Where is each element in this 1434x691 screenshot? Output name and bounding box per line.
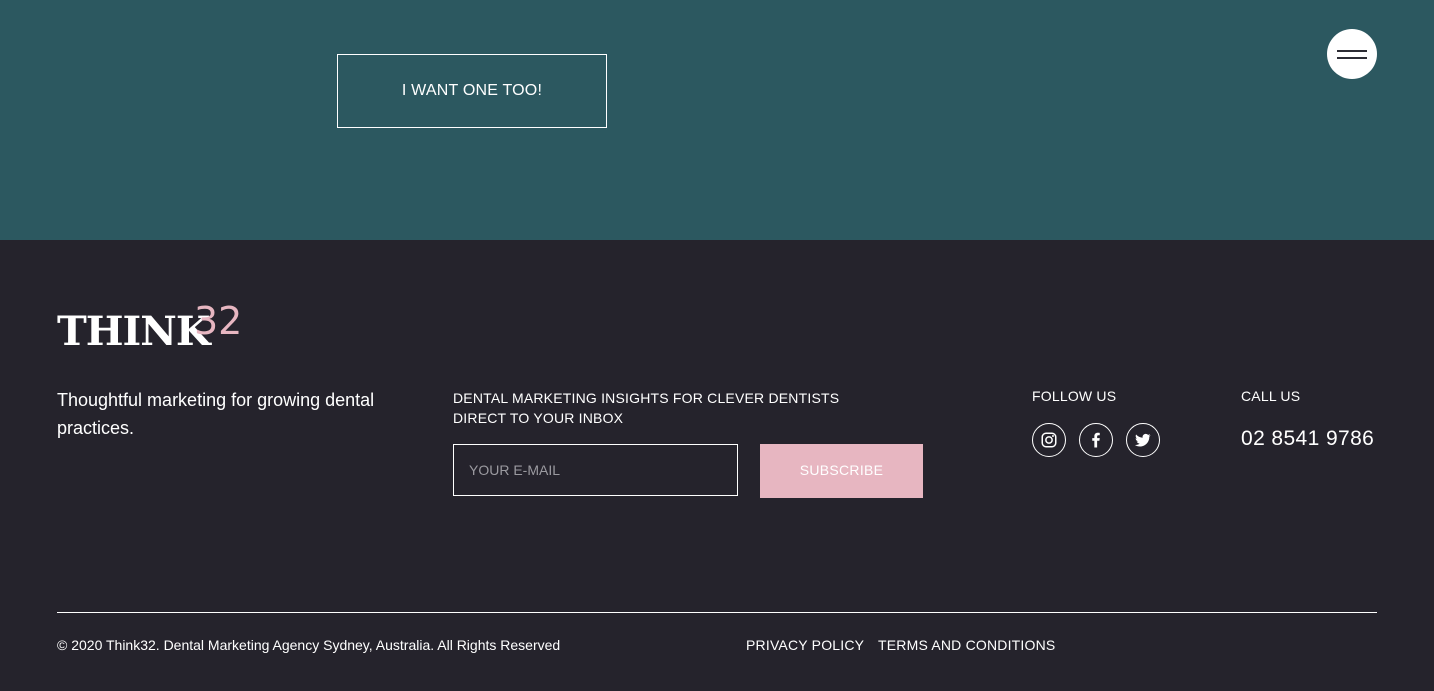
call-us-label: CALL US [1241, 388, 1301, 404]
think32-logo[interactable]: THINK 32 [57, 302, 257, 362]
i-want-one-too-button[interactable]: I WANT ONE TOO! [337, 54, 607, 128]
site-footer: THINK 32 Thoughtful marketing for growin… [0, 240, 1434, 691]
footer-tagline: Thoughtful marketing for growing dental … [57, 390, 375, 438]
privacy-policy-link[interactable]: PRIVACY POLICY [746, 637, 864, 653]
facebook-icon [1092, 432, 1100, 448]
instagram-link[interactable] [1032, 423, 1066, 457]
logo-superscript: 32 [194, 299, 243, 343]
menu-button[interactable] [1327, 29, 1377, 79]
instagram-icon [1041, 432, 1057, 448]
email-input[interactable] [453, 444, 738, 496]
terms-and-conditions-link[interactable]: TERMS AND CONDITIONS [878, 637, 1055, 653]
newsletter-title-line1: DENTAL MARKETING INSIGHTS FOR CLEVER DEN… [453, 390, 840, 406]
hamburger-icon-line [1337, 57, 1367, 59]
newsletter-title: DENTAL MARKETING INSIGHTS FOR CLEVER DEN… [453, 388, 893, 428]
subscribe-button[interactable]: SUBSCRIBE [760, 444, 923, 498]
hero-section: I WANT ONE TOO! [0, 0, 1434, 240]
follow-us-label: FOLLOW US [1032, 388, 1117, 404]
logo-wordmark: THINK [57, 308, 211, 355]
phone-number-link[interactable]: 02 8541 9786 [1241, 427, 1374, 451]
hamburger-icon [1337, 50, 1367, 52]
facebook-link[interactable] [1079, 423, 1113, 457]
footer-divider [57, 612, 1377, 613]
twitter-icon [1134, 433, 1151, 447]
twitter-link[interactable] [1126, 423, 1160, 457]
newsletter-title-line2: DIRECT TO YOUR INBOX [453, 410, 624, 426]
copyright-text: © 2020 Think32. Dental Marketing Agency … [57, 637, 561, 653]
